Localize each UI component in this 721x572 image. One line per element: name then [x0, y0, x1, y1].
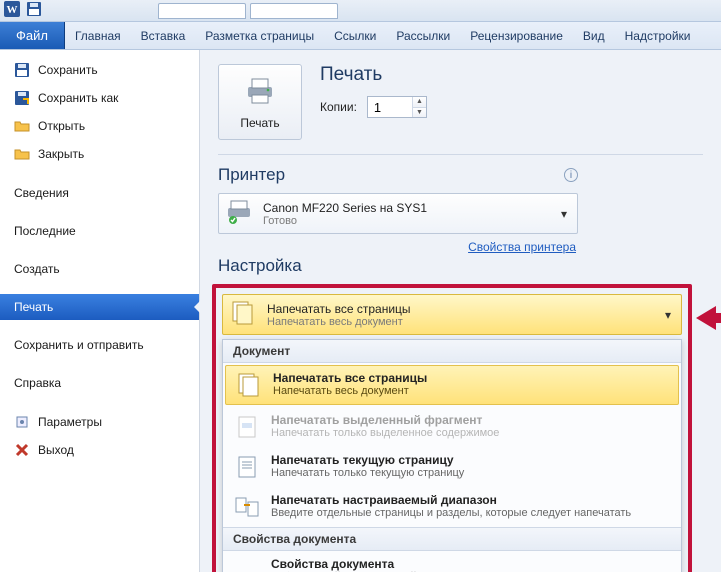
page-current-icon [233, 453, 261, 481]
printer-name: Canon MF220 Series на SYS1 [263, 201, 547, 215]
opt-desc: Напечатать только выделенное содержимое [271, 427, 499, 439]
ribbon-tabs: Файл Главная Вставка Разметка страницы С… [0, 22, 721, 50]
svg-text:W: W [7, 4, 18, 16]
opt-print-custom[interactable]: Напечатать настраиваемый диапазон Введит… [223, 487, 681, 527]
doc-props-icon [233, 557, 261, 572]
file-tab[interactable]: Файл [0, 22, 65, 49]
nav-label: Закрыть [38, 147, 84, 161]
opt-label: Напечатать текущую страницу [271, 453, 464, 467]
ribbon-tab-view[interactable]: Вид [573, 22, 615, 49]
document-tab[interactable] [158, 3, 246, 19]
ribbon-tab-page-layout[interactable]: Разметка страницы [195, 22, 324, 49]
nav-label: Последние [14, 224, 76, 238]
print-button[interactable]: Печать [218, 64, 302, 140]
printer-properties-link[interactable]: Свойства принтера [218, 234, 578, 256]
ribbon-tab-home[interactable]: Главная [65, 22, 131, 49]
nav-label: Создать [14, 262, 60, 276]
nav-info[interactable]: Сведения [0, 180, 199, 206]
opt-label: Напечатать настраиваемый диапазон [271, 493, 631, 507]
save-as-icon [14, 90, 30, 106]
nav-label: Открыть [38, 119, 85, 133]
printer-combo[interactable]: Canon MF220 Series на SYS1 Готово ▾ [218, 193, 578, 234]
opt-desc: Напечатать весь документ [273, 385, 427, 397]
print-panel: Печать Печать Копии: ▲ ▼ Принт [200, 50, 721, 572]
printer-status: Готово [263, 215, 547, 227]
nav-label: Выход [38, 443, 74, 457]
save-icon [14, 62, 30, 78]
document-tab[interactable] [250, 3, 338, 19]
nav-label: Сохранить как [38, 91, 118, 105]
opt-desc: Введите отдельные страницы и разделы, ко… [271, 507, 631, 519]
print-heading: Печать [320, 64, 703, 86]
nav-save-as[interactable]: Сохранить как [0, 84, 199, 112]
document-tab-well [158, 3, 338, 19]
range-combo-line2: Напечатать весь документ [267, 316, 651, 328]
folder-close-icon [14, 146, 30, 162]
nav-options[interactable]: Параметры [0, 408, 199, 436]
printer-device-icon [225, 198, 253, 229]
spinner-down-icon[interactable]: ▼ [413, 108, 426, 118]
nav-recent[interactable]: Последние [0, 218, 199, 244]
ribbon-tab-references[interactable]: Ссылки [324, 22, 386, 49]
pages-all-icon [229, 299, 257, 330]
ribbon-tab-mailings[interactable]: Рассылки [386, 22, 460, 49]
info-icon[interactable]: i [564, 168, 578, 182]
exit-icon [14, 442, 30, 458]
nav-print[interactable]: Печать [0, 294, 199, 320]
page-custom-range-icon [233, 493, 261, 521]
spinner-arrows[interactable]: ▲ ▼ [412, 97, 426, 117]
nav-new[interactable]: Создать [0, 256, 199, 282]
nav-label: Сохранить [38, 63, 98, 77]
range-combo-line1: Напечатать все страницы [267, 302, 651, 316]
printer-heading: Принтер [218, 165, 285, 185]
nav-open[interactable]: Открыть [0, 112, 199, 140]
page-range-dropdown: Документ Напечатать все страницы Напечат… [222, 339, 682, 572]
opt-print-current[interactable]: Напечатать текущую страницу Напечатать т… [223, 447, 681, 487]
dropdown-group-document: Документ [223, 340, 681, 363]
options-icon [14, 414, 30, 430]
folder-open-icon [14, 118, 30, 134]
nav-exit[interactable]: Выход [0, 436, 199, 464]
nav-help[interactable]: Справка [0, 370, 199, 396]
nav-label: Печать [14, 300, 53, 314]
opt-print-all[interactable]: Напечатать все страницы Напечатать весь … [225, 365, 679, 405]
highlight-annotation: Напечатать все страницы Напечатать весь … [212, 284, 692, 572]
copies-spinner[interactable]: ▲ ▼ [367, 96, 427, 118]
copies-input[interactable] [368, 97, 412, 117]
nav-close[interactable]: Закрыть [0, 140, 199, 168]
nav-label: Справка [14, 376, 61, 390]
opt-desc: Напечатать только текущую страницу [271, 467, 464, 479]
ribbon-tab-addins[interactable]: Надстройки [615, 22, 701, 49]
spinner-up-icon[interactable]: ▲ [413, 97, 426, 108]
nav-label: Сведения [14, 186, 69, 200]
opt-doc-properties[interactable]: Свойства документа Таблица свойств и зна… [223, 551, 681, 572]
print-button-label: Печать [240, 116, 279, 130]
nav-label: Параметры [38, 415, 102, 429]
title-bar: W [0, 0, 721, 22]
divider [218, 154, 703, 155]
opt-label: Свойства документа [271, 557, 417, 571]
qat-save-icon[interactable] [26, 1, 42, 20]
nav-label: Сохранить и отправить [14, 338, 144, 352]
arrow-annotation-icon [696, 306, 721, 330]
opt-label: Напечатать все страницы [273, 371, 427, 385]
nav-save-send[interactable]: Сохранить и отправить [0, 332, 199, 358]
opt-label: Напечатать выделенный фрагмент [271, 413, 499, 427]
ribbon-tab-insert[interactable]: Вставка [131, 22, 196, 49]
page-range-combo[interactable]: Напечатать все страницы Напечатать весь … [222, 294, 682, 335]
chevron-down-icon[interactable]: ▾ [661, 308, 675, 322]
backstage-nav: Сохранить Сохранить как Открыть Закрыть … [0, 50, 200, 572]
opt-print-selection: Напечатать выделенный фрагмент Напечатат… [223, 407, 681, 447]
settings-heading: Настройка [218, 256, 302, 276]
dropdown-group-docprops: Свойства документа [223, 527, 681, 551]
nav-save[interactable]: Сохранить [0, 56, 199, 84]
copies-label: Копии: [320, 100, 357, 114]
page-selection-icon [233, 413, 261, 441]
printer-icon [244, 75, 276, 110]
word-app-icon: W [4, 1, 20, 20]
ribbon-tab-review[interactable]: Рецензирование [460, 22, 573, 49]
chevron-down-icon[interactable]: ▾ [557, 207, 571, 221]
pages-all-icon [235, 371, 263, 399]
